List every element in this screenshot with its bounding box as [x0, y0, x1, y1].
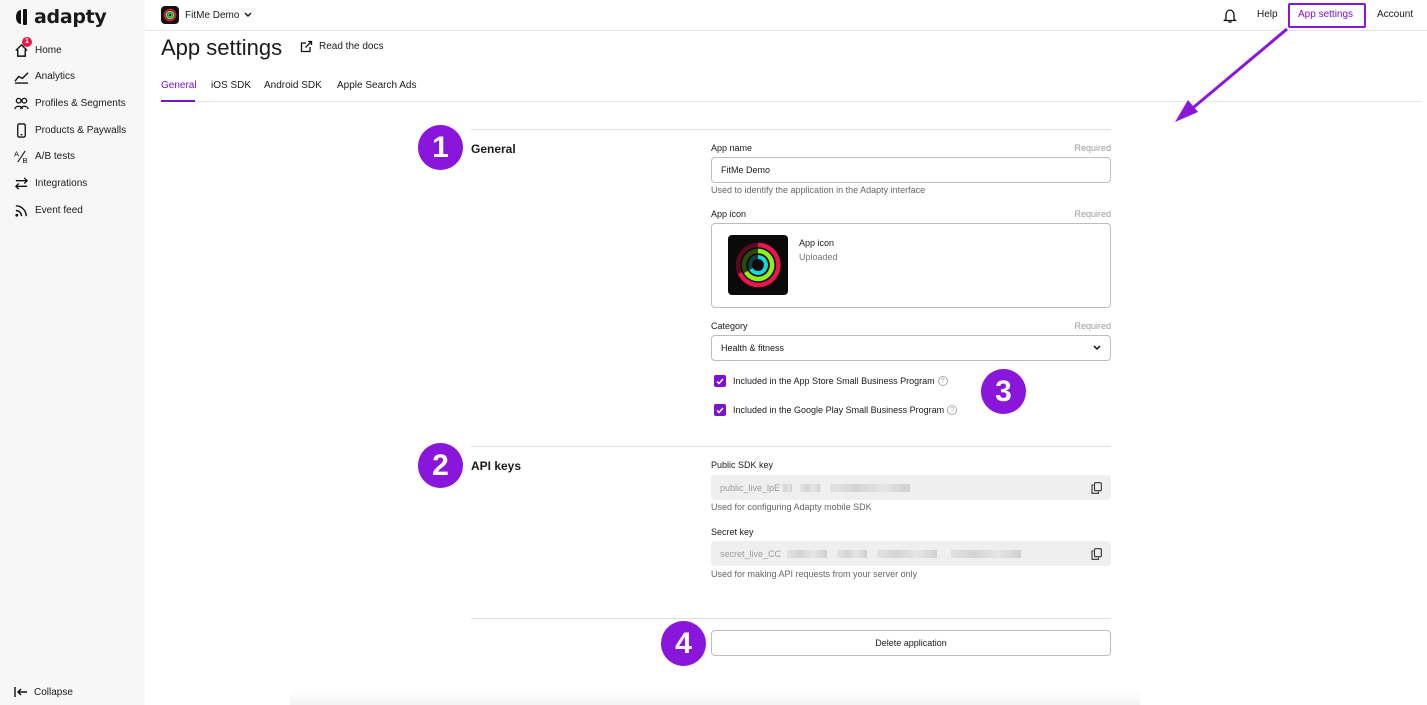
tab-android-sdk[interactable]: Android SDK	[264, 80, 322, 91]
active-tab-indicator	[161, 100, 195, 102]
google-play-sbp-checkbox[interactable]	[714, 404, 726, 416]
app-icon-image	[728, 235, 788, 295]
collapse-label: Collapse	[34, 686, 73, 698]
delete-application-button[interactable]: Delete application	[711, 630, 1111, 656]
ab-test-icon: AB	[14, 149, 27, 164]
secret-key-label: Secret key	[711, 527, 754, 537]
collapse-icon	[14, 687, 27, 697]
app-name-hint: Used to identify the application in the …	[711, 185, 926, 195]
help-question-icon[interactable]: ?	[947, 405, 958, 415]
svg-text:B: B	[22, 156, 27, 164]
app-thumbnail-icon	[161, 6, 179, 24]
app-switcher-name: FitMe Demo	[185, 9, 240, 21]
arrows-exchange-icon	[14, 176, 29, 190]
adapty-logo-icon	[16, 9, 27, 25]
checkmark-icon	[716, 378, 724, 385]
app-icon-title: App icon	[799, 238, 835, 248]
secret-key-field[interactable]: secret_live_CC	[711, 541, 1111, 566]
tab-ios-sdk[interactable]: iOS SDK	[211, 80, 251, 91]
read-docs-link[interactable]: Read the docs	[300, 40, 384, 53]
users-icon	[14, 97, 29, 109]
sidebar-item-analytics[interactable]: Analytics	[14, 68, 75, 84]
page-title: App settings	[161, 35, 283, 60]
section-divider	[471, 618, 1111, 619]
sidebar-item-event-feed[interactable]: Event feed	[14, 202, 83, 218]
rss-icon	[15, 204, 27, 217]
app-switcher[interactable]: FitMe Demo	[161, 6, 252, 24]
notification-badge: 1	[22, 37, 32, 47]
app-name-input[interactable]: FitMe Demo	[711, 157, 1111, 183]
public-sdk-key-field[interactable]: public_live_lpE	[711, 475, 1111, 500]
google-play-sbp-checkbox-row: Included in the Google Play Small Busine…	[714, 404, 958, 416]
brand-name: adapty	[34, 6, 107, 28]
app-store-sbp-checkbox-row: Included in the App Store Small Business…	[714, 375, 948, 387]
category-label: Category	[711, 321, 748, 331]
account-link[interactable]: Account	[1377, 9, 1413, 20]
sidebar-item-label: Profiles & Segments	[35, 97, 126, 109]
required-tag: Required	[1074, 209, 1111, 219]
category-select[interactable]: Health & fitness	[711, 335, 1111, 361]
chevron-down-icon	[1093, 345, 1101, 351]
sidebar-item-label: Analytics	[35, 70, 76, 82]
step-marker-4: 4	[661, 621, 706, 666]
sidebar-item-label: Products & Paywalls	[35, 124, 127, 136]
sidebar-item-label: Event feed	[35, 204, 83, 216]
section-divider	[471, 129, 1111, 130]
checkmark-icon	[716, 407, 724, 414]
app-icon-upload[interactable]: App icon Uploaded	[711, 223, 1111, 308]
general-section-title: General	[471, 142, 516, 156]
secret-key-hint: Used for making API requests from your s…	[711, 569, 918, 579]
category-value: Health & fitness	[721, 343, 785, 353]
tab-general[interactable]: General	[161, 80, 197, 91]
sidebar-item-label: Integrations	[35, 177, 88, 189]
help-link[interactable]: Help	[1257, 9, 1278, 20]
app-icon-status: Uploaded	[799, 252, 838, 262]
tab-apple-search-ads[interactable]: Apple Search Ads	[337, 80, 417, 91]
copy-icon[interactable]	[1091, 547, 1102, 560]
app-settings-link[interactable]: App settings	[1298, 9, 1353, 20]
collapse-button[interactable]: Collapse	[14, 686, 73, 698]
chart-line-icon	[14, 71, 29, 84]
phone-icon	[17, 122, 26, 138]
required-tag: Required	[1074, 321, 1111, 331]
required-tag: Required	[1074, 143, 1111, 153]
tabs-divider	[161, 101, 1422, 102]
app-name-value: FitMe Demo	[721, 165, 771, 175]
app-icon-label: App icon	[711, 209, 747, 219]
app-store-sbp-label: Included in the App Store Small Business…	[733, 376, 935, 386]
section-divider	[471, 446, 1111, 447]
sidebar-item-home[interactable]: 1 Home	[14, 37, 62, 58]
bottom-fade	[290, 690, 1140, 705]
sidebar-item-ab-tests[interactable]: AB A/B tests	[14, 148, 75, 164]
step-marker-2: 2	[418, 443, 463, 488]
external-link-icon	[300, 40, 313, 53]
public-sdk-key-hint: Used for configuring Adapty mobile SDK	[711, 502, 872, 512]
copy-icon[interactable]	[1091, 481, 1102, 494]
sidebar-item-profiles[interactable]: Profiles & Segments	[14, 95, 126, 111]
sidebar: adapty 1 Home Analytics Profiles & Segme…	[0, 0, 145, 705]
sidebar-item-label: Home	[35, 44, 62, 56]
public-sdk-key-label: Public SDK key	[711, 460, 774, 470]
secret-key-value: secret_live_CC	[720, 549, 1022, 559]
api-keys-section-title: API keys	[471, 459, 522, 473]
app-store-sbp-checkbox[interactable]	[714, 375, 726, 387]
app-name-label: App name	[711, 143, 753, 153]
help-question-icon[interactable]: ?	[937, 376, 948, 386]
bell-icon[interactable]	[1223, 8, 1237, 23]
read-docs-label: Read the docs	[319, 41, 384, 52]
sidebar-item-label: A/B tests	[35, 150, 76, 162]
chevron-down-icon	[244, 12, 252, 17]
sidebar-item-integrations[interactable]: Integrations	[14, 175, 87, 191]
activity-rings-icon	[735, 242, 781, 288]
step-marker-1: 1	[418, 125, 463, 170]
svg-text:A: A	[14, 149, 19, 158]
sidebar-item-products[interactable]: Products & Paywalls	[14, 122, 126, 138]
google-play-sbp-label: Included in the Google Play Small Busine…	[733, 405, 945, 415]
step-marker-3: 3	[981, 369, 1026, 414]
public-sdk-key-value: public_live_lpE	[720, 483, 911, 493]
adapty-logo[interactable]: adapty	[16, 6, 107, 28]
